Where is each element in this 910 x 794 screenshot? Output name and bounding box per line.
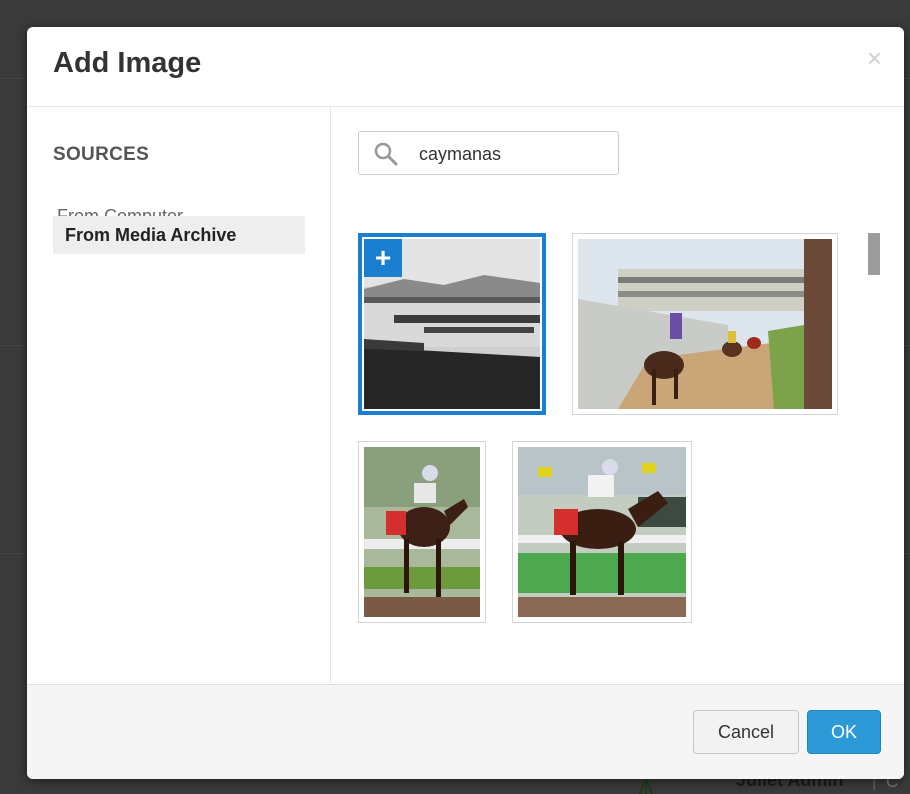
search-box[interactable] xyxy=(358,131,619,175)
results-scrollbar[interactable] xyxy=(868,233,880,275)
image-thumb-jockey-racing-2[interactable] xyxy=(512,441,692,623)
image-thumb-horses-walking[interactable] xyxy=(572,233,838,415)
sources-heading: SOURCES xyxy=(53,144,150,165)
add-image-button[interactable]: + xyxy=(364,239,402,277)
jockey-racing-photo-2 xyxy=(518,447,686,617)
close-icon[interactable]: × xyxy=(867,45,882,71)
sources-sidebar: SOURCES From Computer From Media Archive xyxy=(27,107,331,682)
image-thumb-jockey-racing-1[interactable] xyxy=(358,441,486,623)
ok-button[interactable]: OK xyxy=(807,710,881,754)
search-icon xyxy=(374,142,398,166)
cancel-button[interactable]: Cancel xyxy=(693,710,799,754)
dialog-header: Add Image × xyxy=(27,27,904,107)
image-thumb-historic-racecourse[interactable]: + xyxy=(358,233,546,415)
dialog-footer: Cancel OK xyxy=(27,684,904,779)
media-archive-panel: + xyxy=(331,107,904,682)
search-input[interactable] xyxy=(417,140,611,168)
add-image-dialog: Add Image × SOURCES From Computer From M… xyxy=(27,27,904,779)
jockey-racing-photo-1 xyxy=(364,447,480,617)
dialog-title: Add Image xyxy=(53,47,202,79)
horses-walking-track-photo xyxy=(578,239,832,409)
sidebar-item-from-media-archive[interactable]: From Media Archive xyxy=(53,216,305,254)
tree-icon xyxy=(639,778,653,794)
